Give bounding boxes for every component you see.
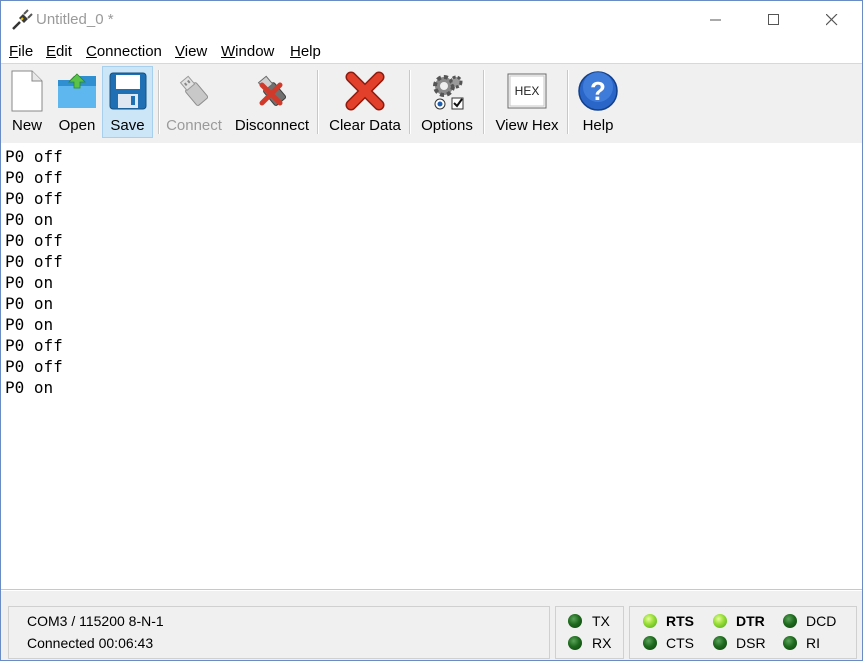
clear-data-button[interactable]: Clear Data — [328, 67, 402, 137]
open-folder-icon — [55, 69, 99, 113]
rx-led-indicator — [568, 636, 582, 650]
gear-options-icon — [425, 69, 469, 113]
help-question-icon: ? — [576, 69, 620, 113]
options-button[interactable]: Options — [418, 67, 476, 137]
ri-label: RI — [806, 635, 820, 651]
rts-led-indicator[interactable] — [643, 614, 657, 628]
terminal-line: P0 off — [5, 189, 63, 208]
svg-text:?: ? — [590, 76, 606, 106]
terminal-output[interactable]: P0 off P0 off P0 off P0 on P0 off P0 off P0 on… — [1, 143, 862, 590]
maximize-icon — [768, 14, 779, 25]
new-button[interactable]: New — [5, 67, 49, 137]
title-bar[interactable]: Untitled_0 * — [1, 1, 862, 39]
status-bar: COM3 / 115200 8-N-1 Connected 00:06:43 T… — [1, 591, 862, 660]
dcd-led-indicator — [783, 614, 797, 628]
maximize-button[interactable] — [745, 1, 803, 39]
window-title: Untitled_0 * — [36, 11, 114, 28]
connection-status-panel: COM3 / 115200 8-N-1 Connected 00:06:43 — [8, 606, 550, 659]
dsr-led-indicator — [713, 636, 727, 650]
connect-button[interactable]: Connect — [165, 67, 223, 137]
minimize-button[interactable] — [687, 1, 745, 39]
dtr-label: DTR — [736, 613, 765, 629]
usb-disconnect-icon — [250, 69, 294, 113]
terminal-line: P0 off — [5, 168, 63, 187]
toolbar-separator — [483, 70, 485, 134]
toolbar-separator — [567, 70, 569, 134]
menu-help[interactable]: Help — [290, 43, 321, 60]
signal-lines-panel: RTS CTS DTR DSR DCD RI — [629, 606, 857, 659]
toolbar-separator — [409, 70, 411, 134]
tx-led-indicator — [568, 614, 582, 628]
port-settings-text: COM3 / 115200 8-N-1 — [27, 613, 164, 629]
ri-led-indicator — [783, 636, 797, 650]
terminal-line: P0 on — [5, 210, 54, 229]
menu-connection[interactable]: Connection — [86, 43, 162, 60]
usb-plug-icon — [172, 69, 216, 113]
menu-edit[interactable]: Edit — [46, 43, 72, 60]
terminal-line: P0 off — [5, 231, 63, 250]
menu-file[interactable]: File — [9, 43, 33, 60]
dcd-label: DCD — [806, 613, 837, 629]
dsr-label: DSR — [736, 635, 766, 651]
close-icon — [826, 14, 838, 26]
close-button[interactable] — [803, 1, 861, 39]
connection-time-text: Connected 00:06:43 — [27, 635, 154, 651]
txrx-panel: TX RX — [555, 606, 624, 659]
menu-bar: File Edit Connection View Window Help — [1, 39, 862, 63]
open-button[interactable]: Open — [53, 67, 101, 137]
hex-view-icon: HEX — [505, 69, 549, 113]
help-button[interactable]: ? Help — [576, 67, 620, 137]
menu-window[interactable]: Window — [221, 43, 274, 60]
minimize-icon — [710, 19, 721, 21]
terminal-line: P0 on — [5, 315, 54, 334]
toolbar-separator — [158, 70, 160, 134]
cts-label: CTS — [666, 635, 694, 651]
terminal-line: P0 on — [5, 378, 54, 397]
rx-label: RX — [592, 635, 612, 651]
save-disk-icon — [106, 69, 150, 113]
terminal-line: P0 off — [5, 357, 63, 376]
terminal-line: P0 off — [5, 252, 63, 271]
cts-led-indicator — [643, 636, 657, 650]
rts-label: RTS — [666, 613, 694, 629]
tx-label: TX — [592, 613, 610, 629]
app-plug-icon — [11, 9, 33, 31]
terminal-line: P0 off — [5, 147, 63, 166]
terminal-line: P0 off — [5, 336, 63, 355]
dtr-led-indicator[interactable] — [713, 614, 727, 628]
app-window: Untitled_0 * File Edit Connection View W… — [0, 0, 863, 661]
toolbar: New Open Save Connect Disconnect Clear D… — [1, 63, 862, 144]
new-document-icon — [5, 69, 49, 113]
terminal-line: P0 on — [5, 273, 54, 292]
red-x-icon — [343, 69, 387, 113]
menu-view[interactable]: View — [175, 43, 207, 60]
disconnect-button[interactable]: Disconnect — [233, 67, 311, 137]
save-button[interactable]: Save — [102, 66, 153, 138]
terminal-line: P0 on — [5, 294, 54, 313]
toolbar-separator — [317, 70, 319, 134]
view-hex-button[interactable]: HEX View Hex — [492, 67, 562, 137]
svg-text:HEX: HEX — [515, 84, 540, 98]
